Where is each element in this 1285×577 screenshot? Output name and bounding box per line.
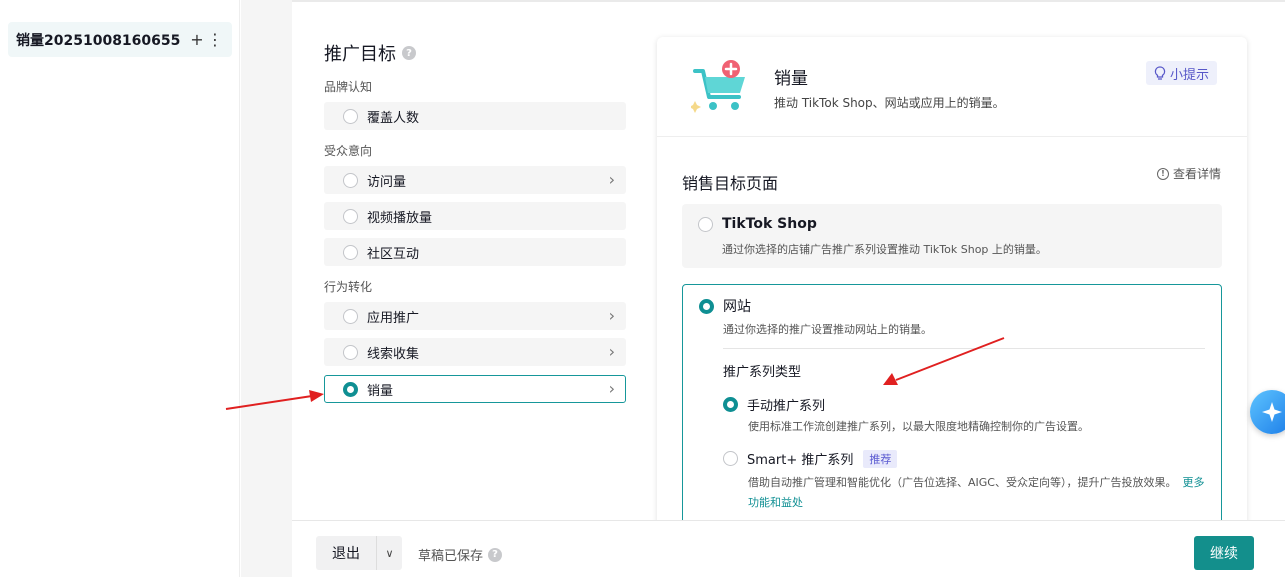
objective-item-label: 覆盖人数 [367,110,420,126]
footer-bar: 退出 ∨ 草稿已保存 ? 继续 [292,520,1285,577]
radio-button[interactable] [723,451,738,466]
objective-item-app-promotion[interactable]: 应用推广 › [324,302,626,330]
view-details-link[interactable]: ! 查看详情 [1157,165,1221,182]
group-label-awareness: 品牌认知 [324,80,373,94]
panel-description: 推动 TikTok Shop、网站或应用上的销量。 [774,96,1005,110]
assistant-float-button[interactable] [1250,390,1285,434]
campaign-type-title: 推广系列类型 [723,365,802,380]
top-divider [292,0,1285,2]
shopping-cart-icon [691,60,745,113]
smart-campaign-desc-text: 借助自动推广管理和智能优化（广告位选择、AIGC、受众定向等），提升广告投放效果… [748,476,1177,489]
objective-detail-panel: 销量 推动 TikTok Shop、网站或应用上的销量。 小提示 销售目标页面 … [657,37,1247,537]
panel-title: 销量 [774,69,808,89]
radio-button-selected[interactable] [343,381,358,397]
exit-button[interactable]: 退出 ∨ [316,536,402,570]
objective-item-label: 应用推广 [367,310,420,326]
chevron-right-icon: › [608,379,615,398]
radio-button[interactable] [343,208,358,224]
radio-button-selected[interactable] [699,298,714,314]
option-name: TikTok Shop [722,216,817,232]
objective-item-label: 视频播放量 [367,210,433,226]
objective-item-label: 销量 [367,383,394,399]
option-name: 网站 [723,299,751,315]
smart-campaign-name: Smart+ 推广系列 [747,453,854,468]
chevron-right-icon: › [608,306,615,325]
campaign-type-smart[interactable]: Smart+ 推广系列 推荐 [723,449,898,468]
divider [723,348,1205,349]
group-label-conversion: 行为转化 [324,280,373,294]
objective-item-label: 线索收集 [367,346,420,362]
info-icon: ! [1157,167,1169,180]
objective-item-sales[interactable]: 销量 › [324,375,626,403]
section-title: 销售目标页面 [682,174,779,193]
objective-item-video-views[interactable]: 视频播放量 [324,202,626,230]
lightbulb-icon [1154,66,1166,80]
objective-item-reach[interactable]: 覆盖人数 [324,102,626,130]
objective-title: 推广目标 ? [324,40,416,66]
option-tiktok-shop[interactable]: TikTok Shop 通过你选择的店铺广告推广系列设置推动 TikTok Sh… [682,204,1222,268]
option-header: 网站 [699,296,751,316]
continue-button[interactable]: 继续 [1194,536,1254,570]
objective-item-traffic[interactable]: 访问量 › [324,166,626,194]
radio-button[interactable] [343,344,358,360]
tips-button[interactable]: 小提示 [1146,61,1218,85]
view-details-label: 查看详情 [1173,167,1222,181]
option-description: 通过你选择的推广设置推动网站上的销量。 [723,323,932,336]
manual-campaign-description: 使用标准工作流创建推广系列，以最大限度地精确控制你的广告设置。 [748,420,1089,433]
sparkle-icon [1262,402,1282,422]
question-icon[interactable]: ? [488,547,503,562]
draft-status-text: 草稿已保存 [418,549,484,564]
recommended-badge: 推荐 [863,449,898,468]
more-vertical-icon[interactable]: ⋮ [206,30,224,49]
draft-status: 草稿已保存 ? [418,545,503,564]
option-header: TikTok Shop [698,216,817,232]
radio-button[interactable] [343,308,358,324]
campaign-sidebar: 销量20251008160655 + ⋮ [0,0,240,577]
smart-campaign-description: 借助自动推广管理和智能优化（广告位选择、AIGC、受众定向等），提升广告投放效果… [748,473,1208,513]
radio-button[interactable] [343,244,358,260]
radio-button[interactable] [343,108,358,124]
objective-title-text: 推广目标 [324,44,396,65]
manual-campaign-name: 手动推广系列 [747,399,826,414]
page-gutter [241,0,292,577]
group-label-consideration: 受众意向 [324,144,373,158]
radio-button[interactable] [698,216,713,232]
radio-button-selected[interactable] [723,397,738,412]
objective-item-lead-generation[interactable]: 线索收集 › [324,338,626,366]
chevron-right-icon: › [608,342,615,361]
objective-item-community[interactable]: 社区互动 [324,238,626,266]
campaign-tree-item[interactable]: 销量20251008160655 + ⋮ [8,22,232,57]
chevron-down-icon[interactable]: ∨ [376,536,402,570]
plus-icon[interactable]: + [188,30,206,49]
option-description: 通过你选择的店铺广告推广系列设置推动 TikTok Shop 上的销量。 [722,243,1047,256]
campaign-name: 销量20251008160655 [16,32,181,49]
chevron-right-icon: › [608,170,615,189]
exit-label: 退出 [332,546,360,562]
option-website[interactable]: 网站 通过你选择的推广设置推动网站上的销量。 推广系列类型 手动推广系列 使用标… [682,284,1222,524]
radio-button[interactable] [343,172,358,188]
panel-header: 销量 推动 TikTok Shop、网站或应用上的销量。 小提示 [657,37,1247,137]
objective-item-label: 社区互动 [367,246,420,262]
question-icon[interactable]: ? [402,46,416,60]
tips-label: 小提示 [1170,67,1210,83]
objective-item-label: 访问量 [367,174,407,190]
campaign-type-manual[interactable]: 手动推广系列 [723,395,825,414]
